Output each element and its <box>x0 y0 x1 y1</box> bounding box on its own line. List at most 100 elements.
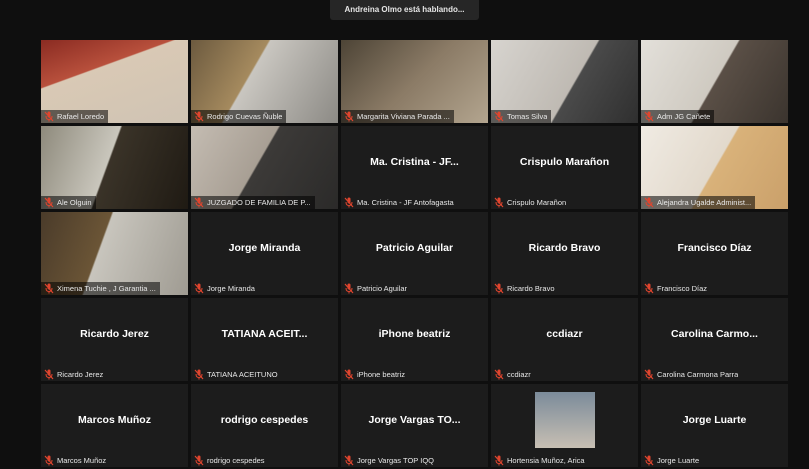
mic-muted-icon <box>194 111 204 122</box>
participant-tile[interactable]: Ma. Cristina - JF... Ma. Cristina - JF An… <box>341 126 488 209</box>
mic-muted-icon <box>44 197 54 208</box>
participant-name-label: Ale Olguin <box>41 196 96 209</box>
participant-name-text: Margarita Viviana Parada ... <box>357 112 450 121</box>
participant-name-label: ccdiazr <box>491 368 535 381</box>
participant-tile[interactable]: Rodrigo Cuevas Ñuble <box>191 40 338 123</box>
mic-muted-icon <box>44 455 54 466</box>
participant-tile[interactable]: iPhone beatriz iPhone beatriz <box>341 298 488 381</box>
participant-tile[interactable]: ccdiazr ccdiazr <box>491 298 638 381</box>
participant-name-text: Patricio Aguilar <box>357 284 408 293</box>
participant-grid: Rafael Loredo Rodrigo Cuevas Ñuble Margari… <box>41 40 788 467</box>
participant-name-text: Tomas Silva <box>507 112 548 121</box>
participant-tile[interactable]: Marcos Muñoz Marcos Muñoz <box>41 384 188 467</box>
participant-name-text: Ale Olguin <box>57 198 92 207</box>
mic-muted-icon <box>194 369 204 380</box>
participant-tile[interactable]: Jorge Luarte Jorge Luarte <box>641 384 788 467</box>
mic-muted-icon <box>644 455 654 466</box>
participant-display-name: Marcos Muñoz <box>78 414 151 426</box>
participant-display-name: Jorge Vargas TO... <box>368 414 461 426</box>
participant-name-label: Jorge Vargas TOP IQQ <box>341 454 438 467</box>
mic-muted-icon <box>344 455 354 466</box>
participant-name-text: Marcos Muñoz <box>57 456 107 465</box>
participant-tile[interactable]: JUZGADO DE FAMILIA DE P... <box>191 126 338 209</box>
participant-name-label: TATIANA ACEITUNO <box>191 368 282 381</box>
participant-name-text: Ximena Tuchie , J Garantia ... <box>57 284 156 293</box>
participant-display-name: Carolina Carmo... <box>671 328 758 340</box>
mic-muted-icon <box>494 369 504 380</box>
mic-muted-icon <box>344 111 354 122</box>
participant-tile[interactable]: Jorge Miranda Jorge Miranda <box>191 212 338 295</box>
active-speaker-banner: Andreina Olmo está hablando... <box>330 0 479 20</box>
mic-muted-icon <box>494 197 504 208</box>
participant-name-text: Francisco Díaz <box>657 284 708 293</box>
participant-tile[interactable]: rodrigo cespedes rodrigo cespedes <box>191 384 338 467</box>
participant-name-text: Jorge Miranda <box>207 284 255 293</box>
participant-name-label: rodrigo cespedes <box>191 454 269 467</box>
mic-muted-icon <box>494 455 504 466</box>
participant-name-label: Hortensia Muñoz, Arica <box>491 454 589 467</box>
participant-display-name: Patricio Aguilar <box>375 242 454 254</box>
participant-name-label: Margarita Viviana Parada ... <box>341 110 454 123</box>
participant-name-label: Jorge Luarte <box>641 454 703 467</box>
participant-tile[interactable]: Adm JG Cañete <box>641 40 788 123</box>
participant-tile[interactable]: Ricardo Bravo Ricardo Bravo <box>491 212 638 295</box>
participant-tile[interactable]: Ale Olguin <box>41 126 188 209</box>
participant-name-label: Adm JG Cañete <box>641 110 715 123</box>
participant-tile[interactable]: Alejandra Ugalde Administ... <box>641 126 788 209</box>
participant-name-text: Carolina Carmona Parra <box>657 370 739 379</box>
participant-name-text: rodrigo cespedes <box>207 456 265 465</box>
participant-display-name: Jorge Miranda <box>228 242 301 254</box>
participant-name-label: Patricio Aguilar <box>341 282 411 295</box>
participant-tile[interactable]: Ricardo Jerez Ricardo Jerez <box>41 298 188 381</box>
participant-name-label: Crispulo Marañon <box>491 196 570 209</box>
participant-name-label: JUZGADO DE FAMILIA DE P... <box>191 196 315 209</box>
participant-name-label: Ma. Cristina - JF Antofagasta <box>341 196 458 209</box>
participant-tile[interactable]: TATIANA ACEIT... TATIANA ACEITUNO <box>191 298 338 381</box>
participant-display-name: Francisco Díaz <box>677 242 752 254</box>
participant-name-text: Ricardo Jerez <box>57 370 104 379</box>
participant-name-text: Hortensia Muñoz, Arica <box>507 456 585 465</box>
participant-tile[interactable]: Jorge Vargas TO... Jorge Vargas TOP IQQ <box>341 384 488 467</box>
participant-tile[interactable]: Hortensia Muñoz, Arica <box>491 384 638 467</box>
participant-display-name: Ma. Cristina - JF... <box>370 156 459 168</box>
mic-muted-icon <box>344 197 354 208</box>
participant-tile[interactable]: Rafael Loredo <box>41 40 188 123</box>
mic-muted-icon <box>644 111 654 122</box>
participant-display-name: rodrigo cespedes <box>220 414 309 426</box>
participant-name-label: Rodrigo Cuevas Ñuble <box>191 110 287 123</box>
participant-name-label: Rafael Loredo <box>41 110 109 123</box>
mic-muted-icon <box>494 111 504 122</box>
participant-name-label: iPhone beatriz <box>341 368 409 381</box>
participant-name-label: Ricardo Bravo <box>491 282 559 295</box>
participant-tile[interactable]: Margarita Viviana Parada ... <box>341 40 488 123</box>
participant-name-text: Rodrigo Cuevas Ñuble <box>207 112 283 121</box>
mic-muted-icon <box>644 197 654 208</box>
participant-tile[interactable]: Tomas Silva <box>491 40 638 123</box>
mic-muted-icon <box>44 369 54 380</box>
participant-name-text: Rafael Loredo <box>57 112 105 121</box>
mic-muted-icon <box>644 369 654 380</box>
participant-name-label: Alejandra Ugalde Administ... <box>641 196 756 209</box>
participant-tile[interactable]: Patricio Aguilar Patricio Aguilar <box>341 212 488 295</box>
participant-tile[interactable]: Francisco Díaz Francisco Díaz <box>641 212 788 295</box>
participant-display-name: TATIANA ACEIT... <box>221 328 308 340</box>
participant-display-name: Ricardo Jerez <box>80 328 149 340</box>
participant-display-name: Ricardo Bravo <box>528 242 601 254</box>
participant-name-label: Jorge Miranda <box>191 282 259 295</box>
mic-muted-icon <box>194 197 204 208</box>
participant-name-text: Ma. Cristina - JF Antofagasta <box>357 198 454 207</box>
mic-muted-icon <box>44 111 54 122</box>
mic-muted-icon <box>344 283 354 294</box>
participant-name-label: Marcos Muñoz <box>41 454 110 467</box>
participant-name-text: JUZGADO DE FAMILIA DE P... <box>207 198 311 207</box>
participant-tile[interactable]: Crispulo Marañon Crispulo Marañon <box>491 126 638 209</box>
mic-muted-icon <box>194 283 204 294</box>
participant-name-text: TATIANA ACEITUNO <box>207 370 278 379</box>
participant-name-text: Adm JG Cañete <box>657 112 711 121</box>
mic-muted-icon <box>344 369 354 380</box>
participant-tile[interactable]: Carolina Carmo... Carolina Carmona Parra <box>641 298 788 381</box>
participant-tile[interactable]: Ximena Tuchie , J Garantia ... <box>41 212 188 295</box>
participant-name-label: Ricardo Jerez <box>41 368 107 381</box>
participant-display-name: iPhone beatriz <box>378 328 451 340</box>
participant-name-label: Tomas Silva <box>491 110 552 123</box>
